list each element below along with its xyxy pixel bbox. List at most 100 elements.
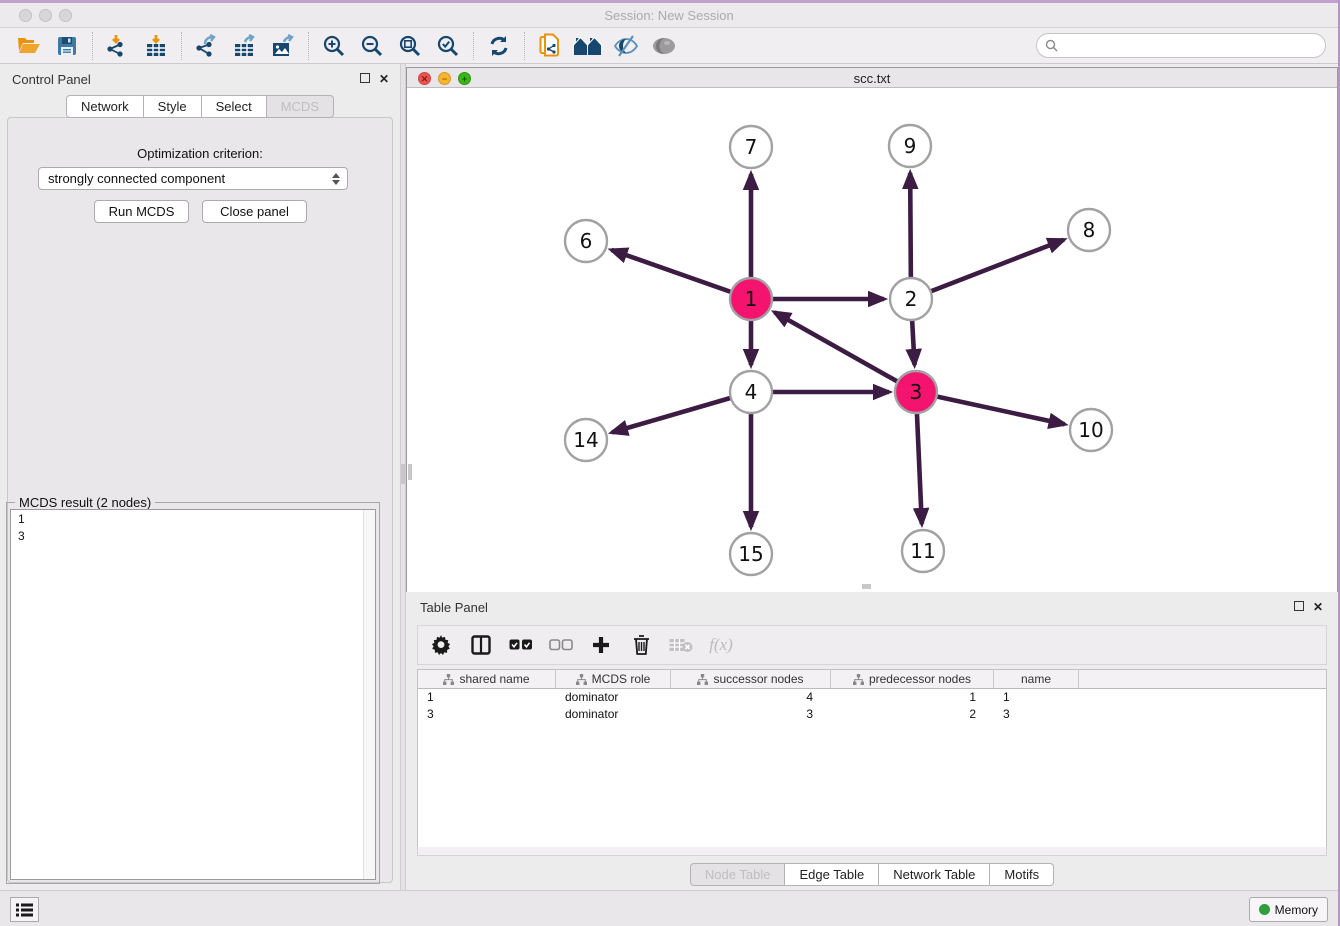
close-panel-icon[interactable]: ✕ [379,72,389,86]
tab-network[interactable]: Network [66,95,144,118]
table-cell[interactable]: 3 [671,706,831,723]
network-view-title: scc.txt [407,71,1337,86]
table-row[interactable]: 1dominator411 [418,689,1326,706]
tab-edge-table[interactable]: Edge Table [785,863,879,886]
titlebar: Session: New Session [0,3,1338,28]
tab-node-table[interactable]: Node Table [690,863,786,886]
graph-node-7[interactable]: 7 [730,126,772,168]
column-header-name[interactable]: name [994,670,1079,688]
table-row[interactable]: 3dominator323 [418,706,1326,723]
tab-motifs[interactable]: Motifs [990,863,1054,886]
column-header-label: MCDS role [592,672,651,686]
open-folder-icon[interactable] [10,31,48,61]
hide-columns-icon[interactable] [548,632,574,658]
search-field[interactable] [1036,33,1326,58]
memory-button[interactable]: Memory [1249,897,1328,922]
network-vscroll-thumb[interactable] [408,464,412,480]
criterion-dropdown[interactable]: strongly connected component [38,167,348,190]
column-header-MCDS-role[interactable]: MCDS role [556,670,671,688]
first-neighbors-icon[interactable] [569,31,607,61]
zoom-in-icon[interactable] [315,31,353,61]
table-header-row: shared name MCDS role successor nodes prede… [418,670,1326,689]
column-header-successor-nodes[interactable]: successor nodes [671,670,831,688]
zoom-out-icon[interactable] [353,31,391,61]
network-canvas[interactable]: 7 9 6 8 1 2 4 3 14 10 15 11 [407,89,1337,592]
table-cell[interactable]: 3 [994,706,1079,723]
graph-node-14[interactable]: 14 [565,419,607,461]
network-window-titlebar[interactable]: ✕ − + scc.txt [407,68,1337,88]
table-cell[interactable]: 4 [671,689,831,706]
show-columns-icon[interactable] [508,632,534,658]
table-cell[interactable]: dominator [556,706,671,723]
toolbar-separator [473,32,474,60]
table-cell[interactable]: 2 [831,706,994,723]
refresh-layout-icon[interactable] [480,31,518,61]
mcds-result-list[interactable]: 13 [10,509,376,880]
graph-node-label: 11 [910,539,935,563]
export-table-icon[interactable] [226,31,264,61]
table-panel: Table Panel ✕ f(x) [406,595,1338,890]
close-table-panel-icon[interactable]: ✕ [1313,600,1323,614]
graph-node-2[interactable]: 2 [890,278,932,320]
hide-selected-icon[interactable] [607,31,645,61]
table-cell[interactable]: 3 [418,706,556,723]
close-panel-button[interactable]: Close panel [202,200,307,223]
graph-node-3[interactable]: 3 [895,371,937,413]
task-history-icon[interactable] [10,897,39,922]
table-body: 1dominator4113dominator323 [418,689,1326,723]
network-view-window: ✕ − + scc.txt 7 9 6 8 1 2 4 3 14 10 15 11 [406,67,1338,592]
column-header-label: predecessor nodes [869,672,971,686]
float-table-panel-icon[interactable] [1294,600,1304,614]
graph-node-4[interactable]: 4 [730,371,772,413]
table-cell[interactable]: 1 [831,689,994,706]
divider-grip[interactable] [401,464,405,484]
run-mcds-button[interactable]: Run MCDS [94,200,189,223]
graph-node-8[interactable]: 8 [1068,209,1110,251]
table-panel-title: Table Panel [420,600,488,615]
table-cell[interactable]: dominator [556,689,671,706]
graph-node-11[interactable]: 11 [902,530,944,572]
column-header-predecessor-nodes[interactable]: predecessor nodes [831,670,994,688]
result-scrollbar[interactable] [363,510,375,879]
import-network-icon[interactable] [99,31,137,61]
zoom-selected-icon[interactable] [429,31,467,61]
zoom-fit-icon[interactable] [391,31,429,61]
graph-node-9[interactable]: 9 [889,125,931,167]
tab-select[interactable]: Select [202,95,267,118]
add-column-icon[interactable] [588,632,614,658]
application-window: Session: New Session [0,0,1340,926]
table-cell[interactable]: 1 [418,689,556,706]
save-icon[interactable] [48,31,86,61]
graph-edge-3-10[interactable] [916,392,1065,424]
graph-edge-2-8[interactable] [911,240,1064,299]
import-table-icon[interactable] [137,31,175,61]
network-hscroll-thumb[interactable] [862,584,871,589]
graph-node-label: 7 [745,135,758,159]
graph-node-1[interactable]: 1 [730,278,772,320]
float-panel-icon[interactable] [360,72,370,86]
memory-status-icon [1259,904,1270,915]
export-network-icon[interactable] [188,31,226,61]
table-hscroll[interactable] [417,847,1327,856]
tab-style[interactable]: Style [144,95,202,118]
split-columns-icon[interactable] [468,632,494,658]
function-builder-icon[interactable]: f(x) [708,632,734,658]
search-input[interactable] [1063,39,1325,53]
table-cell[interactable]: 1 [994,689,1079,706]
graph-edge-3-1[interactable] [775,312,916,392]
column-type-icon [443,674,454,685]
export-image-icon[interactable] [264,31,302,61]
graph-node-6[interactable]: 6 [565,220,607,262]
graph-node-10[interactable]: 10 [1070,409,1112,451]
show-all-icon[interactable] [645,31,683,61]
graph-node-label: 14 [573,428,598,452]
graph-node-15[interactable]: 15 [730,533,772,575]
tab-mcds[interactable]: MCDS [267,95,334,118]
node-table: shared name MCDS role successor nodes prede… [417,669,1327,855]
delete-table-icon[interactable] [668,632,694,658]
column-header-shared-name[interactable]: shared name [418,670,556,688]
delete-column-icon[interactable] [628,632,654,658]
gear-icon[interactable] [428,632,454,658]
clone-network-icon[interactable] [531,31,569,61]
tab-network-table[interactable]: Network Table [879,863,990,886]
